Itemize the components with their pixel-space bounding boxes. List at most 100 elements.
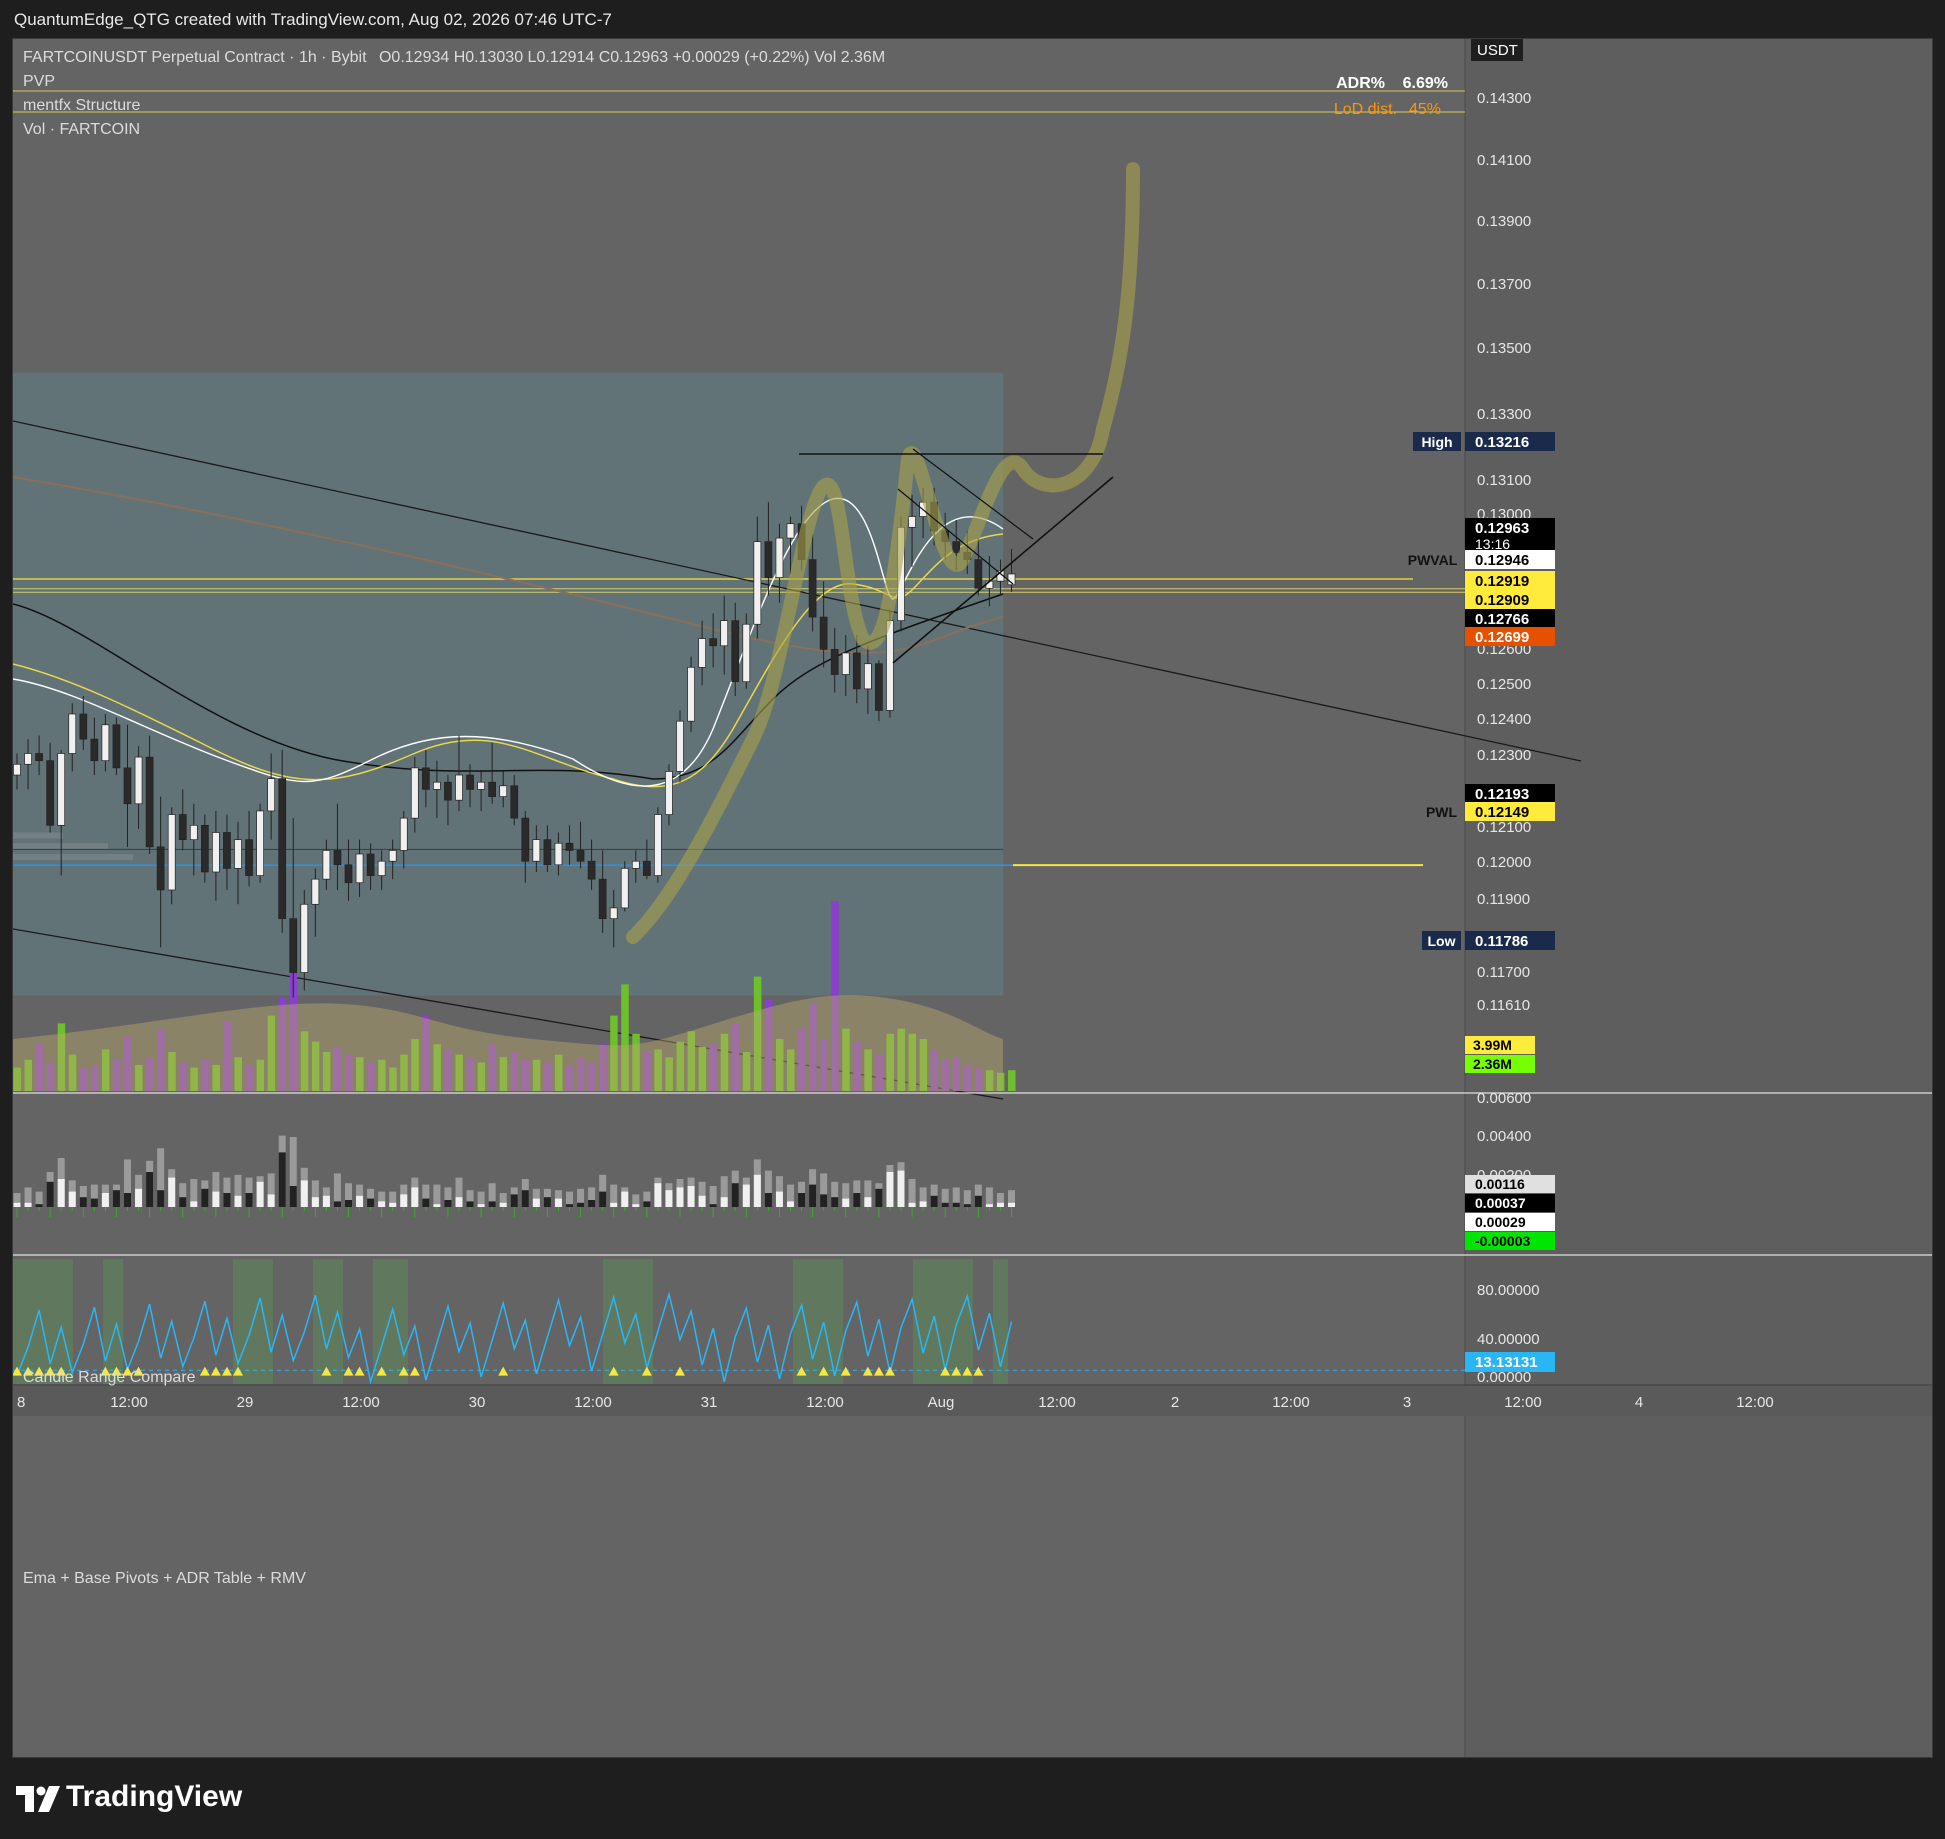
- body-range-bar: [588, 1200, 596, 1207]
- pane2-tick: 0.00400: [1477, 1128, 1531, 1145]
- body-range-bar: [919, 1201, 927, 1207]
- body-range-bar: [632, 1204, 640, 1207]
- indicator-pvp[interactable]: PVP: [23, 73, 55, 91]
- candle-body: [863, 663, 872, 690]
- level-tag: PWVAL: [1408, 552, 1458, 568]
- time-tick: 12:00: [1736, 1394, 1774, 1411]
- pivot-marker: [884, 1366, 895, 1376]
- price-tick: 0.14100: [1477, 152, 1531, 169]
- candle-body: [598, 878, 607, 920]
- price-tick: 0.12500: [1477, 676, 1531, 693]
- candle-body: [156, 846, 165, 891]
- candle-body: [399, 817, 408, 851]
- price-badge-value: 0.12963: [1475, 520, 1529, 537]
- candle-body: [687, 666, 695, 722]
- pivot-marker: [221, 1366, 232, 1376]
- candle-body: [234, 839, 242, 869]
- symbol-legend: FARTCOINUSDT Perpetual Contract · 1h · B…: [23, 49, 885, 67]
- volume-badge-value: 3.99M: [1473, 1037, 1512, 1053]
- volume-bar: [1008, 1070, 1016, 1091]
- indicator-mentfx-structure[interactable]: mentfx Structure: [23, 97, 140, 115]
- time-tick: 2: [1171, 1394, 1179, 1411]
- body-range-bar: [124, 1193, 131, 1207]
- candle-body: [974, 559, 983, 589]
- currency-label: USDT: [1477, 42, 1518, 59]
- candle-body: [366, 853, 375, 876]
- chart-frame[interactable]: ADR% 6.69% LoD dist. 45% 0.14300 0.14100 0.139…: [12, 38, 1933, 1758]
- volume-ma-band: [13, 995, 1003, 1091]
- candle-body: [134, 756, 143, 805]
- price-badge-value: 0.12193: [1475, 786, 1529, 803]
- price-tick: 0.13900: [1477, 213, 1531, 230]
- body-range-bar: [775, 1191, 783, 1207]
- time-tick: 12:00: [1504, 1394, 1542, 1411]
- indicator-volume[interactable]: Vol · FARTCOIN: [23, 121, 140, 139]
- body-range-bar: [190, 1201, 198, 1207]
- candle-body: [377, 860, 386, 876]
- candle-body: [521, 817, 530, 862]
- candle-body: [90, 738, 99, 762]
- body-range-bar: [566, 1204, 573, 1207]
- top-bar: QuantumEdge_QTG created with TradingView…: [0, 0, 1945, 38]
- candle-body: [388, 850, 397, 862]
- body-range-bar: [35, 1204, 43, 1207]
- volume-badge-value: 2.36M: [1473, 1056, 1512, 1072]
- candle-body: [68, 713, 77, 754]
- body-range-bar: [444, 1200, 452, 1207]
- candle-body: [609, 907, 618, 920]
- pane2-badge-value: 0.00116: [1475, 1176, 1525, 1192]
- body-range-bar: [112, 1190, 120, 1207]
- range-bar: [709, 1186, 717, 1207]
- body-range-bar: [311, 1197, 319, 1207]
- body-range-bar: [322, 1195, 330, 1207]
- price-badge-value: 0.12699: [1475, 629, 1529, 646]
- pane3-title[interactable]: Ema + Base Pivots + ADR Table + RMV: [23, 1570, 306, 1588]
- body-range-bar: [378, 1201, 386, 1207]
- base-zone: [103, 1259, 123, 1384]
- candle-body: [333, 850, 342, 866]
- body-range-bar: [146, 1172, 154, 1207]
- body-range-bar: [985, 1204, 993, 1207]
- level-tag: High: [1421, 434, 1452, 450]
- candle-body: [698, 638, 706, 668]
- pane2-title[interactable]: Candle Range Compare: [23, 1369, 196, 1387]
- candle-body: [57, 753, 66, 826]
- body-range-bar: [57, 1179, 65, 1207]
- candle-body: [488, 781, 496, 797]
- level-tag: PWL: [1426, 804, 1458, 820]
- price-tick: 0.13100: [1477, 472, 1531, 489]
- body-range-bar: [941, 1202, 949, 1207]
- body-range-bar: [798, 1193, 806, 1207]
- candle-body: [311, 878, 320, 905]
- price-badge-value: 0.12909: [1475, 592, 1529, 609]
- body-range-bar: [897, 1170, 905, 1207]
- candle-body: [422, 767, 430, 790]
- body-range-bar: [488, 1201, 496, 1207]
- tradingview-brand: TradingView: [66, 1780, 243, 1813]
- base-zone: [603, 1259, 653, 1384]
- candle-body: [289, 918, 298, 973]
- base-zone: [313, 1259, 343, 1384]
- candle-body: [433, 781, 441, 790]
- body-range-bar: [974, 1195, 982, 1207]
- volume-profile-bar: [13, 854, 133, 861]
- body-range-bar: [908, 1202, 916, 1207]
- body-range-bar: [400, 1194, 408, 1207]
- range-bar: [985, 1187, 993, 1207]
- body-range-bar: [787, 1201, 794, 1207]
- candle-body: [830, 649, 839, 675]
- symbol-title[interactable]: FARTCOINUSDT Perpetual Contract · 1h · B…: [23, 49, 367, 66]
- body-range-bar: [13, 1202, 21, 1207]
- pivot-marker: [354, 1366, 365, 1376]
- body-range-bar: [278, 1152, 286, 1207]
- body-range-bar: [68, 1191, 76, 1207]
- candle-body: [720, 620, 729, 647]
- body-range-bar: [809, 1184, 817, 1207]
- price-tick: 0.13500: [1477, 340, 1531, 357]
- body-range-bar: [1008, 1202, 1015, 1207]
- body-range-bar: [996, 1202, 1004, 1207]
- candle-body: [444, 781, 452, 801]
- candle-body: [654, 814, 662, 876]
- chart-canvas[interactable]: ADR% 6.69% LoD dist. 45% 0.14300 0.14100 0.139…: [13, 39, 1932, 1757]
- body-range-bar: [333, 1201, 341, 1207]
